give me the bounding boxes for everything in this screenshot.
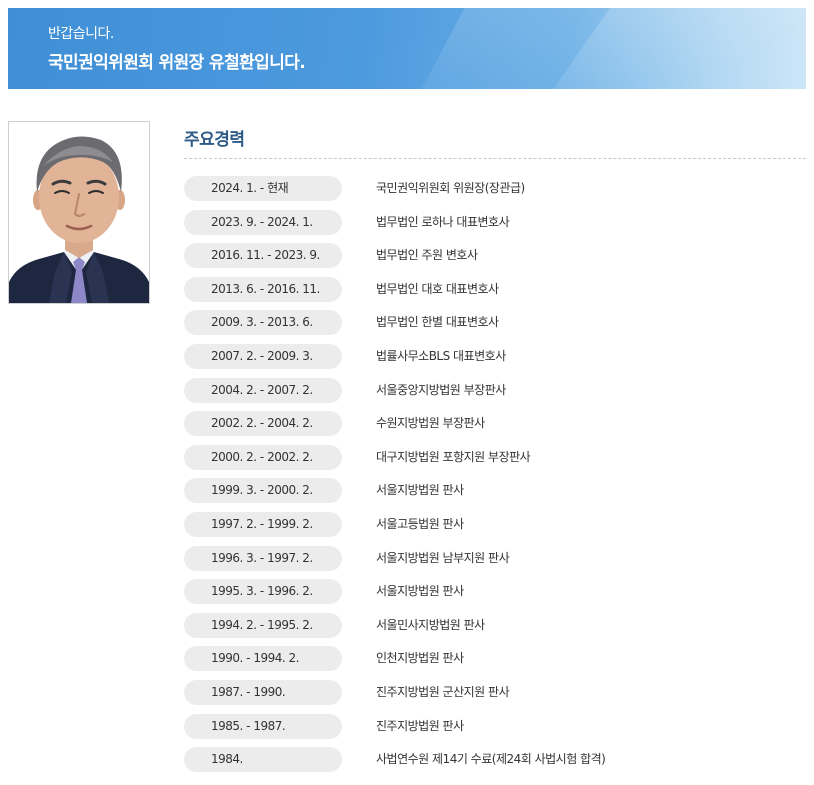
career-item: 1999. 3. - 2000. 2. 서울지방법원 판사 bbox=[184, 478, 806, 512]
career-period: 1984. bbox=[184, 747, 342, 773]
career-period: 2016. 11. - 2023. 9. bbox=[184, 243, 342, 269]
career-period: 2007. 2. - 2009. 3. bbox=[184, 343, 342, 369]
career-item: 2023. 9. - 2024. 1. 법무법인 로하나 대표변호사 bbox=[184, 209, 806, 244]
career-section-title: 주요경력 bbox=[184, 130, 245, 150]
career-period: 1994. 2. - 1995. 2. bbox=[184, 612, 342, 638]
career-item: 1984. 사법연수원 제14기 수료(제24회 사법시험 합격) bbox=[184, 747, 806, 781]
career-item: 2000. 2. - 2002. 2. 대구지방법원 포항지원 부장판사 bbox=[184, 444, 806, 479]
career-description: 인천지방법원 판사 bbox=[376, 651, 464, 666]
career-description: 진주지방법원 판사 bbox=[376, 718, 464, 733]
banner-greeting: 반갑습니다. bbox=[48, 26, 114, 42]
career-description: 법률사무소BLS 대표변호사 bbox=[376, 348, 506, 363]
career-item: 2002. 2. - 2004. 2. 수원지방법원 부장판사 bbox=[184, 411, 806, 445]
career-item: 1985. - 1987. 진주지방법원 판사 bbox=[184, 713, 806, 748]
career-description: 서울고등법원 판사 bbox=[376, 516, 464, 531]
career-item: 2004. 2. - 2007. 2. 서울중앙지방법원 부장판사 bbox=[184, 377, 806, 412]
career-description: 서울지방법원 남부지원 판사 bbox=[376, 550, 510, 565]
career-item: 1997. 2. - 1999. 2. 서울고등법원 판사 bbox=[184, 511, 806, 546]
career-description: 대구지방법원 포항지원 부장판사 bbox=[376, 449, 531, 464]
title-divider bbox=[184, 158, 806, 159]
career-item: 2007. 2. - 2009. 3. 법률사무소BLS 대표변호사 bbox=[184, 343, 806, 378]
career-description: 사법연수원 제14기 수료(제24회 사법시험 합격) bbox=[376, 752, 606, 767]
career-description: 서울중앙지방법원 부장판사 bbox=[376, 382, 506, 397]
profile-photo bbox=[8, 121, 150, 304]
career-period: 2009. 3. - 2013. 6. bbox=[184, 310, 342, 336]
career-description: 법무법인 한별 대표변호사 bbox=[376, 315, 499, 330]
career-item: 1990. - 1994. 2. 인천지방법원 판사 bbox=[184, 646, 806, 680]
career-period: 1999. 3. - 2000. 2. bbox=[184, 478, 342, 504]
career-description: 법무법인 대호 대표변호사 bbox=[376, 281, 499, 296]
career-description: 서울민사지방법원 판사 bbox=[376, 617, 485, 632]
career-item: 1994. 2. - 1995. 2. 서울민사지방법원 판사 bbox=[184, 612, 806, 647]
career-period: 2004. 2. - 2007. 2. bbox=[184, 377, 342, 403]
career-item: 1996. 3. - 1997. 2. 서울지방법원 남부지원 판사 bbox=[184, 545, 806, 580]
career-item: 1995. 3. - 1996. 2. 서울지방법원 판사 bbox=[184, 579, 806, 613]
career-description: 수원지방법원 부장판사 bbox=[376, 416, 485, 431]
career-period: 1987. - 1990. bbox=[184, 679, 342, 705]
career-description: 진주지방법원 군산지원 판사 bbox=[376, 684, 510, 699]
career-item: 2009. 3. - 2013. 6. 법무법인 한별 대표변호사 bbox=[184, 310, 806, 344]
banner-welcome-message: 국민권익위원회 위원장 유철환입니다. bbox=[48, 53, 306, 73]
career-description: 서울지방법원 판사 bbox=[376, 584, 464, 599]
career-period: 1990. - 1994. 2. bbox=[184, 646, 342, 672]
career-description: 법무법인 주원 변호사 bbox=[376, 248, 478, 263]
career-period: 2000. 2. - 2002. 2. bbox=[184, 444, 342, 470]
career-item: 1987. - 1990. 진주지방법원 군산지원 판사 bbox=[184, 679, 806, 714]
career-description: 국민권익위원회 위원장(장관급) bbox=[376, 181, 525, 195]
career-description: 서울지방법원 판사 bbox=[376, 483, 464, 498]
career-item: 2013. 6. - 2016. 11. 법무법인 대호 대표변호사 bbox=[184, 276, 806, 311]
career-description: 법무법인 로하나 대표변호사 bbox=[376, 214, 510, 229]
career-period: 2023. 9. - 2024. 1. bbox=[184, 209, 342, 235]
career-period: 1985. - 1987. bbox=[184, 713, 342, 739]
career-period: 2002. 2. - 2004. 2. bbox=[184, 411, 342, 437]
career-item: 2016. 11. - 2023. 9. 법무법인 주원 변호사 bbox=[184, 243, 806, 277]
career-period: 2013. 6. - 2016. 11. bbox=[184, 276, 342, 302]
welcome-banner: 반갑습니다. 국민권익위원회 위원장 유철환입니다. bbox=[8, 8, 806, 89]
career-period: 1996. 3. - 1997. 2. bbox=[184, 545, 342, 571]
career-period: 2024. 1. - 현재 bbox=[184, 176, 342, 201]
career-item: 2024. 1. - 현재 국민권익위원회 위원장(장관급) bbox=[184, 176, 806, 210]
career-list: 2024. 1. - 현재 국민권익위원회 위원장(장관급) 2023. 9. … bbox=[184, 176, 806, 781]
portrait-image bbox=[9, 122, 149, 303]
career-period: 1997. 2. - 1999. 2. bbox=[184, 511, 342, 537]
career-period: 1995. 3. - 1996. 2. bbox=[184, 579, 342, 605]
